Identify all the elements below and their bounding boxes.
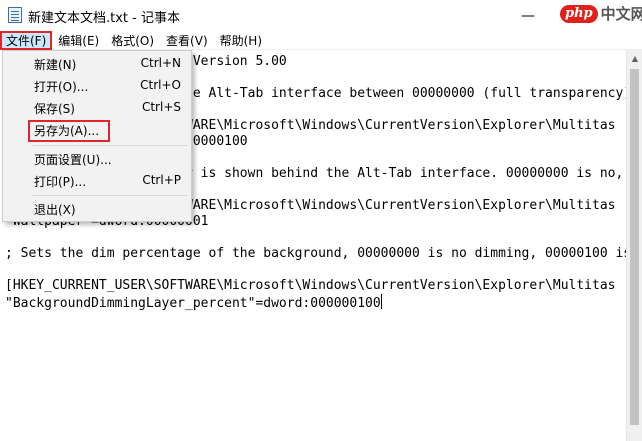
menu-item-label: 打开(O)... [34, 80, 89, 94]
scroll-up-icon[interactable]: ▲ [627, 50, 642, 67]
menu-item-label: 保存(S) [34, 102, 75, 116]
menu-separator [32, 145, 187, 146]
menu-separator [32, 195, 187, 196]
scroll-thumb[interactable] [630, 69, 639, 425]
notepad-icon [8, 7, 22, 23]
menu-view[interactable]: 查看(V) [160, 31, 214, 50]
menu-edit[interactable]: 编辑(E) [52, 31, 105, 50]
editor-line-last: "BackgroundDimmingLayer_percent"=dword:0… [5, 294, 382, 312]
watermark-logo: php 中文网 [560, 3, 642, 24]
window-title: 新建文本文档.txt - 记事本 [28, 11, 180, 26]
menu-format[interactable]: 格式(O) [105, 31, 160, 50]
menu-item-shortcut: Ctrl+N [140, 56, 181, 70]
editor-line: ; Sets the dim percentage of the backgro… [5, 246, 626, 261]
menu-item-shortcut: Ctrl+O [140, 78, 181, 92]
title-bar: 新建文本文档.txt - 记事本 — php 中文网 [0, 0, 642, 31]
menu-bar: 文件(F) 编辑(E) 格式(O) 查看(V) 帮助(H) [0, 30, 642, 50]
menu-item-open[interactable]: 打开(O)... Ctrl+O [5, 75, 189, 97]
menu-item-label: 退出(X) [34, 203, 76, 217]
menu-item-print[interactable]: 打印(P)... Ctrl+P [5, 170, 189, 192]
menu-item-label: 打印(P)... [34, 175, 87, 189]
php-logo: php [560, 4, 598, 23]
menu-item-save[interactable]: 保存(S) Ctrl+S [5, 97, 189, 119]
editor-line: [HKEY_CURRENT_USER\SOFTWARE\Microsoft\Wi… [5, 278, 616, 293]
vertical-scrollbar[interactable]: ▲ [626, 50, 642, 441]
menu-item-shortcut: Ctrl+S [141, 100, 181, 114]
menu-item-label: 页面设置(U)... [34, 153, 112, 167]
save-as-highlight [28, 120, 110, 142]
brand-text: 中文网 [600, 5, 642, 23]
file-menu-dropdown: 新建(N) Ctrl+N 打开(O)... Ctrl+O 保存(S) Ctrl+… [2, 50, 192, 222]
menu-item-exit[interactable]: 退出(X) [5, 198, 189, 220]
menu-item-shortcut: Ctrl+P [142, 173, 181, 187]
menu-help[interactable]: 帮助(H) [214, 31, 268, 50]
editor-line-text: "BackgroundDimmingLayer_percent"=dword:0… [5, 296, 381, 311]
minimize-button[interactable]: — [505, 0, 551, 31]
menu-file[interactable]: 文件(F) [0, 30, 53, 50]
menu-item-page-setup[interactable]: 页面设置(U)... [5, 148, 189, 170]
menu-item-new[interactable]: 新建(N) Ctrl+N [5, 53, 189, 75]
text-cursor [380, 294, 382, 309]
menu-item-label: 新建(N) [34, 58, 77, 72]
